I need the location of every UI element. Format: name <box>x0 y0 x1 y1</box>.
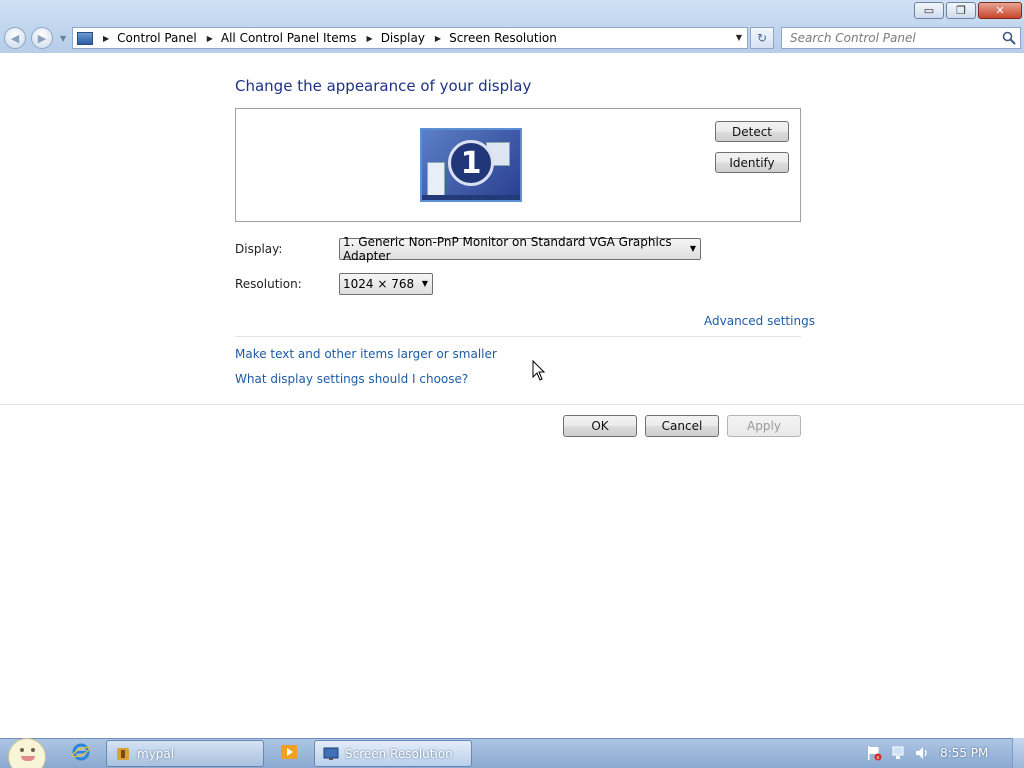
monitor-preview-area: 1 Detect Identify <box>235 108 801 222</box>
search-icon[interactable] <box>1002 31 1016 45</box>
breadcrumb-separator-icon[interactable]: ▶ <box>103 34 109 43</box>
breadcrumb-display[interactable]: Display <box>381 31 425 45</box>
action-center-flag-icon[interactable]: x <box>866 745 882 761</box>
start-button[interactable] <box>8 738 46 768</box>
ok-button[interactable]: OK <box>563 415 637 437</box>
volume-icon[interactable] <box>914 745 930 761</box>
forward-arrow-icon: ▶ <box>37 31 47 45</box>
breadcrumb-all-items[interactable]: All Control Panel Items <box>221 31 357 45</box>
chevron-down-icon: ▼ <box>689 244 696 253</box>
chevron-down-icon: ▼ <box>421 279 428 288</box>
start-orb-icon <box>8 738 46 768</box>
display-help-link[interactable]: What display settings should I choose? <box>235 372 468 386</box>
divider <box>235 336 801 337</box>
back-arrow-icon: ◀ <box>10 31 20 45</box>
breadcrumb-control-panel[interactable]: Control Panel <box>117 31 197 45</box>
advanced-settings-link[interactable]: Advanced settings <box>704 314 815 328</box>
address-bar[interactable]: ▶ Control Panel ▶ All Control Panel Item… <box>72 27 748 49</box>
resolution-select-value: 1024 × 768 <box>343 277 415 291</box>
recent-pages-dropdown-icon[interactable]: ▼ <box>60 34 66 43</box>
window-thumbnail <box>427 162 445 196</box>
display-select[interactable]: 1. Generic Non-PnP Monitor on Standard V… <box>339 235 701 263</box>
cancel-button[interactable]: Cancel <box>645 415 719 437</box>
taskbar-item-label: mypal <box>137 746 175 761</box>
identify-button[interactable]: Identify <box>715 152 789 173</box>
address-dropdown-icon[interactable]: ▼ <box>736 33 742 42</box>
taskbar-thumbnail <box>422 195 520 200</box>
page-title: Change the appearance of your display <box>235 77 532 95</box>
minimize-icon: ▭ <box>923 4 935 17</box>
media-player-icon[interactable] <box>280 743 298 761</box>
resolution-label: Resolution: <box>235 277 302 291</box>
search-input[interactable] <box>788 30 992 46</box>
apply-button[interactable]: Apply <box>727 415 801 437</box>
display-select-value: 1. Generic Non-PnP Monitor on Standard V… <box>343 235 672 263</box>
minimize-button[interactable]: ▭ <box>914 2 944 19</box>
forward-button[interactable]: ▶ <box>31 27 53 49</box>
resolution-select[interactable]: 1024 × 768 ▼ <box>339 273 433 295</box>
restore-button[interactable]: ❐ <box>946 2 976 19</box>
svg-text:x: x <box>877 755 880 761</box>
refresh-icon: ↻ <box>756 31 768 45</box>
breadcrumb-screen-resolution[interactable]: Screen Resolution <box>449 31 557 45</box>
breadcrumb-separator-icon[interactable]: ▶ <box>207 34 213 43</box>
footer-divider <box>0 404 1024 405</box>
control-panel-icon <box>77 31 93 45</box>
breadcrumb-separator-icon[interactable]: ▶ <box>367 34 373 43</box>
title-bar: ▭ ❐ ✕ <box>0 0 1024 24</box>
mypal-icon <box>117 747 129 760</box>
taskbar-item-screen-resolution[interactable]: Screen Resolution <box>314 740 472 767</box>
mouse-pointer-icon <box>532 360 546 381</box>
taskbar-item-mypal[interactable]: mypal <box>106 740 264 767</box>
taskbar-item-label: Screen Resolution <box>345 746 453 761</box>
close-icon: ✕ <box>995 4 1005 17</box>
display-label: Display: <box>235 242 283 256</box>
refresh-button[interactable]: ↻ <box>750 27 774 49</box>
close-button[interactable]: ✕ <box>978 2 1022 19</box>
monitor-number: 1 <box>448 140 494 186</box>
network-icon[interactable] <box>890 745 906 761</box>
search-box[interactable] <box>781 27 1021 49</box>
show-desktop-button[interactable] <box>1012 738 1024 768</box>
display-settings-icon <box>323 747 339 760</box>
breadcrumb: ▶ Control Panel ▶ All Control Panel Item… <box>93 31 557 45</box>
detect-button[interactable]: Detect <box>715 121 789 142</box>
monitor-1-icon[interactable]: 1 <box>420 128 522 202</box>
internet-explorer-icon[interactable] <box>72 743 90 761</box>
breadcrumb-separator-icon[interactable]: ▶ <box>435 34 441 43</box>
back-button[interactable]: ◀ <box>4 27 26 49</box>
navigation-bar: ◀ ▶ ▼ ▶ Control Panel ▶ All Control Pane… <box>0 24 1024 53</box>
restore-icon: ❐ <box>956 4 966 17</box>
text-size-link[interactable]: Make text and other items larger or smal… <box>235 347 497 361</box>
system-clock[interactable]: 8:55 PM <box>940 746 988 760</box>
